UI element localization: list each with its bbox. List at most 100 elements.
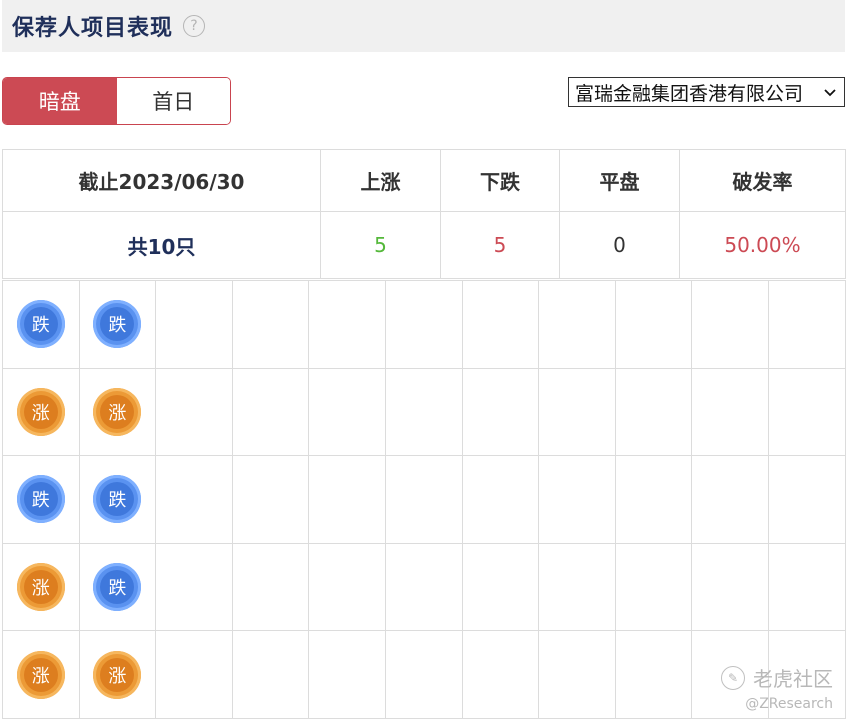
grid-cell bbox=[384, 630, 463, 719]
grid-cell bbox=[461, 455, 540, 544]
grid-cell bbox=[308, 630, 386, 719]
grid-cell: 跌 bbox=[78, 280, 157, 369]
grid-cell bbox=[384, 455, 463, 544]
grid-cell bbox=[231, 367, 310, 457]
grid-cell bbox=[767, 367, 846, 457]
chevron-down-icon bbox=[824, 89, 836, 97]
grid-cell: 涨 bbox=[78, 367, 157, 457]
grid-cell bbox=[767, 455, 846, 544]
grid-cell bbox=[155, 280, 233, 369]
grid-cell bbox=[155, 630, 233, 719]
grid-cell bbox=[538, 542, 616, 632]
grid-cell: 跌 bbox=[78, 542, 157, 632]
grid-cell: 跌 bbox=[78, 455, 157, 544]
grid-cell bbox=[231, 630, 310, 719]
grid-cell bbox=[614, 542, 693, 632]
grid-cell bbox=[538, 630, 616, 719]
fall-count: 5 bbox=[440, 211, 560, 279]
grey-market-tab[interactable]: 暗盘 bbox=[3, 78, 117, 124]
page-header: 保荐人项目表现 ? bbox=[2, 0, 845, 52]
grid-row: 跌跌 bbox=[2, 455, 846, 544]
grid-cell bbox=[538, 367, 616, 457]
sponsor-select-value: 富瑞金融集团香港有限公司 bbox=[575, 82, 804, 105]
grid-cell bbox=[767, 542, 846, 632]
grid-cell bbox=[155, 542, 233, 632]
tiger-logo-icon: ✎ bbox=[721, 665, 745, 690]
grid-cell bbox=[767, 280, 846, 369]
header-flat: 平盘 bbox=[559, 149, 680, 212]
fall-coin-icon[interactable]: 跌 bbox=[16, 300, 65, 349]
rise-coin-icon[interactable]: 涨 bbox=[93, 387, 142, 436]
grid-cell bbox=[308, 455, 386, 544]
grid-cell: 涨 bbox=[2, 542, 80, 632]
header-break-rate: 破发率 bbox=[679, 149, 846, 212]
grid-cell bbox=[308, 280, 386, 369]
total-count: 共10只 bbox=[2, 211, 321, 279]
rise-count: 5 bbox=[320, 211, 441, 279]
rise-coin-icon[interactable]: 涨 bbox=[16, 387, 65, 436]
watermark-brand: 老虎社区 bbox=[753, 667, 833, 691]
grid-cell: 涨 bbox=[78, 630, 157, 719]
page-title: 保荐人项目表现 bbox=[12, 16, 174, 41]
grid-cell bbox=[155, 455, 233, 544]
watermark: ✎ 老虎社区 @ZResearch bbox=[721, 663, 833, 712]
grid-cell bbox=[384, 280, 463, 369]
grid-cell bbox=[461, 367, 540, 457]
coin-label: 跌 bbox=[100, 307, 135, 342]
result-grid: 跌跌涨涨跌跌涨跌涨涨 bbox=[2, 280, 846, 719]
coin-label: 涨 bbox=[100, 394, 135, 429]
grid-cell bbox=[691, 367, 769, 457]
coin-label: 涨 bbox=[23, 570, 58, 605]
grid-row: 涨涨 bbox=[2, 367, 846, 457]
grid-cell bbox=[384, 367, 463, 457]
grid-cell bbox=[691, 280, 769, 369]
grid-cell: 涨 bbox=[2, 367, 80, 457]
grid-cell bbox=[538, 455, 616, 544]
grid-cell bbox=[231, 280, 310, 369]
grid-cell bbox=[538, 280, 616, 369]
grid-cell bbox=[614, 455, 693, 544]
coin-label: 跌 bbox=[23, 307, 58, 342]
grid-row: 跌跌 bbox=[2, 280, 846, 369]
rise-coin-icon[interactable]: 涨 bbox=[16, 563, 65, 612]
coin-label: 跌 bbox=[23, 482, 58, 517]
grid-cell bbox=[461, 630, 540, 719]
first-day-tab[interactable]: 首日 bbox=[116, 78, 230, 124]
grid-cell bbox=[308, 367, 386, 457]
grid-cell bbox=[308, 542, 386, 632]
rise-coin-icon[interactable]: 涨 bbox=[93, 650, 142, 699]
mode-toggle: 暗盘 首日 bbox=[2, 77, 231, 125]
break-rate-value: 50.00% bbox=[679, 211, 846, 279]
coin-label: 涨 bbox=[100, 657, 135, 692]
grid-cell bbox=[614, 280, 693, 369]
grid-cell bbox=[461, 542, 540, 632]
header-fall: 下跌 bbox=[440, 149, 560, 212]
watermark-handle: @ZResearch bbox=[745, 696, 833, 712]
grid-cell bbox=[384, 542, 463, 632]
grid-row: 涨跌 bbox=[2, 542, 846, 632]
grid-cell: 跌 bbox=[2, 280, 80, 369]
grid-cell bbox=[691, 455, 769, 544]
coin-label: 跌 bbox=[100, 570, 135, 605]
rise-coin-icon[interactable]: 涨 bbox=[16, 650, 65, 699]
grid-cell bbox=[231, 542, 310, 632]
fall-coin-icon[interactable]: 跌 bbox=[93, 300, 142, 349]
header-as-of-date: 截止2023/06/30 bbox=[2, 149, 321, 212]
grid-cell bbox=[461, 280, 540, 369]
grid-cell bbox=[691, 542, 769, 632]
fall-coin-icon[interactable]: 跌 bbox=[93, 563, 142, 612]
header-rise: 上涨 bbox=[320, 149, 441, 212]
help-icon[interactable]: ? bbox=[183, 15, 206, 37]
summary-table: 截止2023/06/30 上涨 下跌 平盘 破发率 共10只 5 5 0 50.… bbox=[2, 149, 846, 279]
coin-label: 涨 bbox=[23, 394, 58, 429]
grid-cell bbox=[614, 630, 693, 719]
fall-coin-icon[interactable]: 跌 bbox=[16, 475, 65, 524]
flat-count: 0 bbox=[559, 211, 680, 279]
grid-cell bbox=[231, 455, 310, 544]
grid-cell: 跌 bbox=[2, 455, 80, 544]
fall-coin-icon[interactable]: 跌 bbox=[93, 475, 142, 524]
grid-cell: 涨 bbox=[2, 630, 80, 719]
grid-cell bbox=[614, 367, 693, 457]
grid-cell bbox=[155, 367, 233, 457]
sponsor-select[interactable]: 富瑞金融集团香港有限公司 bbox=[568, 77, 845, 107]
